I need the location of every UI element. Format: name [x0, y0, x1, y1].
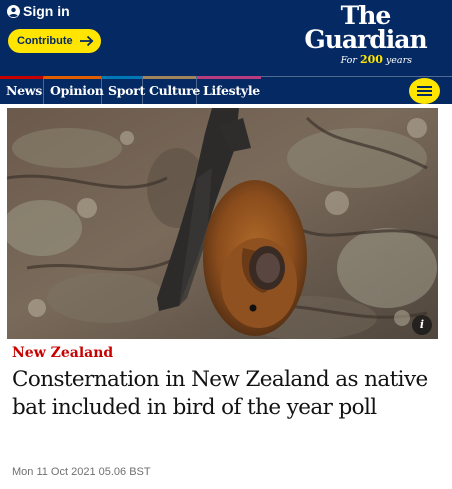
nav-label: News	[6, 83, 42, 98]
logo-tag-prefix: For	[340, 55, 360, 66]
nav-label: Opinion	[50, 83, 104, 98]
logo-tag-suffix: years	[382, 55, 412, 66]
nav-item-lifestyle[interactable]: Lifestyle	[197, 76, 261, 104]
nav-accent-bar	[0, 76, 43, 79]
guardian-logo[interactable]: The Guardian For 200 years	[293, 3, 438, 66]
menu-button[interactable]	[409, 78, 440, 104]
article-headline: Consternation in New Zealand as native b…	[12, 367, 428, 420]
user-icon	[7, 4, 20, 18]
hamburger-icon-line	[417, 90, 432, 92]
primary-nav: News Opinion Sport Culture Lifestyle	[0, 76, 452, 104]
article-kicker[interactable]: New Zealand	[12, 345, 113, 361]
bat-on-bark-photo	[7, 108, 438, 339]
nav-accent-bar	[197, 76, 261, 79]
nav-item-news[interactable]: News	[0, 76, 44, 104]
nav-accent-bar	[102, 76, 142, 79]
sign-in-link[interactable]: Sign in	[7, 3, 70, 19]
site-header: Sign in Contribute The Guardian For 200 …	[0, 0, 452, 76]
hamburger-icon	[417, 86, 432, 88]
article-main-image[interactable]	[7, 108, 438, 339]
nav-item-culture[interactable]: Culture	[143, 76, 201, 104]
hamburger-icon-line	[417, 94, 432, 96]
logo-tag-number: 200	[359, 53, 383, 66]
sign-in-label: Sign in	[23, 3, 70, 19]
nav-accent-bar	[44, 76, 101, 79]
logo-line-2: Guardian	[304, 25, 427, 54]
contribute-button[interactable]: Contribute	[8, 29, 101, 53]
nav-item-opinion[interactable]: Opinion	[44, 76, 104, 104]
logo-tagline: For 200 years	[341, 53, 412, 66]
contribute-label: Contribute	[17, 35, 73, 47]
nav-label: Sport	[108, 83, 145, 98]
nav-label: Lifestyle	[203, 83, 260, 98]
arrow-right-icon	[80, 35, 94, 47]
nav-item-sport[interactable]: Sport	[102, 76, 145, 104]
info-icon[interactable]: i	[412, 315, 432, 335]
article-dateline: Mon 11 Oct 2021 05.06 BST	[12, 466, 151, 478]
nav-label: Culture	[149, 83, 201, 98]
nav-accent-bar	[143, 76, 196, 79]
